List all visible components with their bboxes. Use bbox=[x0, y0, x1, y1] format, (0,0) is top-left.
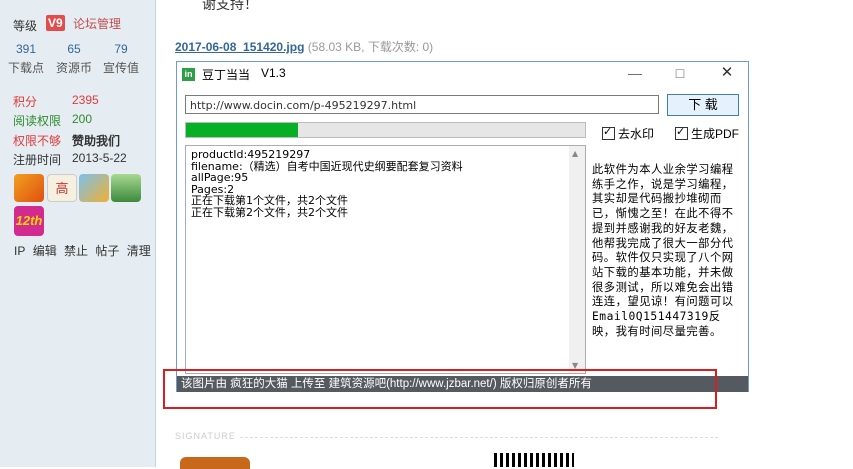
stat-value: 391 bbox=[15, 42, 37, 56]
signature-image bbox=[180, 457, 250, 469]
perm-label: 权限不够 bbox=[13, 134, 62, 148]
scroll-up-icon[interactable]: ▲ bbox=[572, 148, 578, 160]
app-icon: in bbox=[182, 68, 195, 81]
level-name[interactable]: 论坛管理 bbox=[73, 15, 121, 32]
log-scrollbar[interactable]: ▲ ▼ bbox=[569, 146, 585, 373]
admin-link-clean[interactable]: 清理 bbox=[127, 244, 151, 258]
medal-12th-icon[interactable]: 12th bbox=[14, 206, 44, 236]
admin-link-ban[interactable]: 禁止 bbox=[64, 244, 88, 258]
watermark-checkbox[interactable]: 去水印 bbox=[602, 125, 654, 142]
attachment-info: 2017-06-08_151420.jpg (58.03 KB, 下载次数: 0… bbox=[175, 38, 433, 55]
qr-code-image bbox=[494, 453, 574, 467]
sponsor-link[interactable]: 赞助我们 bbox=[72, 132, 120, 149]
minimize-icon[interactable]: — bbox=[620, 62, 650, 86]
medal-icon[interactable] bbox=[79, 174, 109, 202]
stat-label: 下载点 bbox=[7, 61, 44, 75]
admin-links: IP 编辑 禁止 帖子 清理 bbox=[14, 242, 155, 259]
admin-link-edit[interactable]: 编辑 bbox=[33, 244, 57, 258]
attachment-meta: (58.03 KB, 下载次数: 0) bbox=[307, 40, 434, 54]
stat-promo[interactable]: 79 宣传值 bbox=[98, 42, 144, 76]
medal-icon[interactable] bbox=[111, 174, 141, 202]
checkbox-checked-icon[interactable] bbox=[675, 125, 688, 140]
user-profile-sidebar: 等级 V9 论坛管理 391 下载点 65 资源币 79 宣传值 积分 2395… bbox=[0, 0, 156, 467]
signature-label: SIGNATURE bbox=[175, 431, 236, 441]
medal-icon[interactable]: 高 bbox=[47, 174, 77, 202]
checkbox-label: 生成PDF bbox=[691, 127, 740, 141]
stat-downloads[interactable]: 391 下载点 bbox=[3, 42, 49, 76]
read-perm-label: 阅读权限 bbox=[13, 114, 62, 128]
about-text: 此软件为本人业余学习编程练手之作，说是学习编程，其实却是代码搬抄堆砌而已，惭愧之… bbox=[592, 163, 734, 338]
download-progress-bar bbox=[185, 122, 586, 138]
stat-value: 65 bbox=[67, 42, 81, 56]
log-line: allPage:95 bbox=[191, 171, 249, 184]
stat-label: 资源币 bbox=[55, 61, 92, 75]
log-line: filename:（精选）自考中国近现代史纲要配套复习资料 bbox=[191, 159, 463, 173]
checkbox-label: 去水印 bbox=[618, 127, 655, 141]
register-date: 2013-5-22 bbox=[72, 151, 127, 165]
highlight-annotation bbox=[163, 369, 717, 409]
register-label: 注册时间 bbox=[13, 153, 62, 167]
url-input[interactable]: http://www.docin.com/p-495219297.html bbox=[185, 95, 659, 114]
app-window: in 豆丁当当 V1.3 — □ ✕ http://www.docin.com/… bbox=[176, 61, 749, 392]
maximize-icon[interactable]: □ bbox=[665, 62, 695, 86]
points-value: 2395 bbox=[72, 93, 99, 107]
stat-label: 宣传值 bbox=[102, 61, 139, 75]
attachment-link[interactable]: 2017-06-08_151420.jpg bbox=[175, 40, 304, 54]
admin-link-posts[interactable]: 帖子 bbox=[95, 244, 119, 258]
stat-coins[interactable]: 65 资源币 bbox=[51, 42, 97, 76]
log-line: productId:495219297 bbox=[191, 148, 311, 161]
log-line: 正在下载第1个文件，共2个文件 bbox=[191, 194, 348, 207]
read-perm-value: 200 bbox=[72, 112, 93, 126]
stat-value: 79 bbox=[114, 42, 128, 56]
level-badge: V9 bbox=[46, 15, 65, 31]
points-label: 积分 bbox=[13, 95, 38, 109]
progress-fill bbox=[186, 123, 298, 137]
download-button[interactable]: 下 载 bbox=[667, 94, 739, 116]
checkbox-checked-icon[interactable] bbox=[602, 125, 615, 140]
log-line: 正在下载第2个文件，共2个文件 bbox=[191, 205, 348, 219]
admin-link-ip[interactable]: IP bbox=[14, 244, 25, 258]
post-text: 谢支持！ bbox=[202, 0, 258, 12]
medal-icon[interactable] bbox=[14, 174, 44, 202]
app-title: 豆丁当当 bbox=[202, 68, 251, 82]
app-titlebar[interactable]: in 豆丁当当 V1.3 — □ ✕ bbox=[177, 62, 748, 86]
signature-divider bbox=[240, 437, 718, 438]
close-icon[interactable]: ✕ bbox=[712, 62, 742, 86]
pdf-checkbox[interactable]: 生成PDF bbox=[675, 125, 739, 142]
log-output[interactable]: productId:495219297 filename:（精选）自考中国近现代… bbox=[185, 145, 586, 374]
level-label: 等级 bbox=[13, 19, 38, 33]
app-version: V1.3 bbox=[261, 66, 286, 80]
